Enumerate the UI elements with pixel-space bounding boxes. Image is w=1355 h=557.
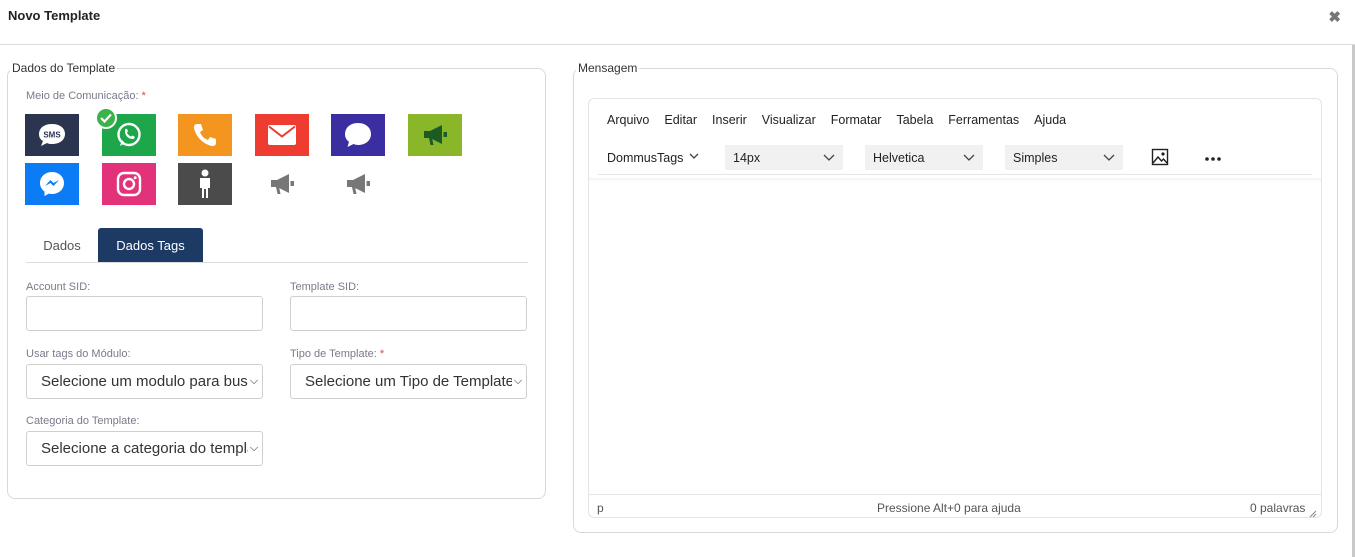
element-path[interactable]: p: [597, 501, 604, 515]
dommus-tags-dropdown[interactable]: DommusTags: [599, 145, 709, 170]
messenger-icon: [40, 172, 64, 196]
editor-menubar: Arquivo Editar Inserir Visualizar Format…: [607, 113, 1081, 127]
font-family-label: Helvetica: [873, 150, 925, 165]
channel-campaign-button[interactable]: [408, 114, 462, 156]
menu-visualizar[interactable]: Visualizar: [762, 113, 816, 127]
whatsapp-icon: [117, 122, 141, 147]
template-sid-input[interactable]: [290, 296, 527, 331]
template-type-label-text: Tipo de Template:: [290, 348, 377, 360]
template-data-legend: Dados do Template: [12, 61, 116, 75]
sms-icon: SMS: [39, 124, 65, 146]
megaphone-icon: [271, 174, 294, 194]
megaphone-icon: [424, 125, 447, 145]
dommus-tags-label: DommusTags: [607, 150, 684, 165]
toolbar-shadow: [589, 178, 1321, 182]
channel-person-button[interactable]: [178, 163, 232, 205]
close-button[interactable]: ✖: [1328, 10, 1341, 26]
sms-icon-text: SMS: [43, 131, 61, 140]
chevron-down-icon: [1103, 154, 1115, 161]
chat-bubble-icon: [345, 123, 371, 147]
phone-icon: [193, 124, 216, 147]
megaphone-icon: [347, 174, 370, 194]
menu-ajuda[interactable]: Ajuda: [1034, 113, 1066, 127]
close-icon[interactable]: ✖: [1328, 9, 1341, 26]
chevron-down-icon: ⌵: [513, 375, 523, 387]
menu-editar[interactable]: Editar: [664, 113, 697, 127]
chevron-down-icon: ⌵: [249, 375, 259, 387]
channel-sms-button[interactable]: SMS: [25, 114, 79, 156]
font-family-dropdown[interactable]: Helvetica: [865, 145, 983, 170]
modal-header: Novo Template ✖: [0, 0, 1355, 45]
selected-check-icon: [95, 107, 117, 129]
module-tags-label: Usar tags do Módulo:: [26, 348, 131, 360]
block-format-dropdown[interactable]: Simples: [1005, 145, 1123, 170]
channels-label-text: Meio de Comunicação:: [26, 90, 139, 102]
channel-messenger-button[interactable]: [25, 163, 79, 205]
module-tags-select[interactable]: Selecione um modulo para buscar ⌵: [26, 364, 263, 399]
channel-megaphone-gray-2-button[interactable]: [331, 163, 385, 205]
modal-title: Novo Template: [8, 8, 101, 23]
channel-chat-button[interactable]: [331, 114, 385, 156]
resize-handle[interactable]: [1309, 505, 1317, 523]
toolbar-divider: [598, 174, 1312, 175]
account-sid-label: Account SID:: [26, 281, 91, 293]
block-format-label: Simples: [1013, 150, 1058, 165]
statusbar-divider: [589, 494, 1321, 495]
chevron-down-icon: [823, 154, 835, 161]
chevron-down-icon: [963, 154, 975, 161]
required-mark: *: [141, 90, 146, 102]
word-count[interactable]: 0 palavras: [1250, 501, 1305, 515]
menu-formatar[interactable]: Formatar: [831, 113, 882, 127]
channel-phone-button[interactable]: [178, 114, 232, 156]
account-sid-input[interactable]: [26, 296, 263, 331]
more-horizontal-icon: [1205, 157, 1221, 161]
instagram-icon: [116, 171, 142, 197]
template-category-select[interactable]: Selecione a categoria do template ⌵: [26, 431, 263, 466]
font-size-label: 14px: [733, 150, 761, 165]
menu-arquivo[interactable]: Arquivo: [607, 113, 649, 127]
template-type-label: Tipo de Template: *: [290, 348, 384, 360]
tabs-divider: [26, 262, 528, 263]
more-options-button[interactable]: [1204, 151, 1222, 169]
channel-instagram-button[interactable]: [102, 163, 156, 205]
message-legend: Mensagem: [578, 61, 638, 75]
channel-megaphone-gray-1-button[interactable]: [255, 163, 309, 205]
template-category-label: Categoria do Template:: [26, 415, 140, 427]
image-icon: [1151, 148, 1169, 166]
tab-dados-tags[interactable]: Dados Tags: [98, 228, 203, 262]
chevron-down-icon: ⌵: [249, 442, 259, 454]
template-type-select[interactable]: Selecione um Tipo de Template ⌵: [290, 364, 527, 399]
channels-label: Meio de Comunicação: *: [26, 90, 146, 102]
resize-handle-icon[interactable]: [1309, 510, 1317, 518]
chevron-down-icon: [689, 153, 699, 159]
person-icon: [200, 169, 210, 198]
template-sid-label: Template SID:: [290, 281, 360, 293]
font-size-dropdown[interactable]: 14px: [725, 145, 843, 170]
insert-image-button[interactable]: [1151, 148, 1169, 171]
help-hint: Pressione Alt+0 para ajuda: [877, 501, 1021, 515]
tab-dados[interactable]: Dados: [28, 228, 96, 262]
template-category-value: Selecione a categoria do template: [41, 440, 248, 457]
channel-email-button[interactable]: [255, 114, 309, 156]
template-type-value: Selecione um Tipo de Template: [305, 373, 512, 390]
email-icon: [268, 125, 296, 145]
required-mark: *: [379, 348, 385, 360]
module-tags-value: Selecione um modulo para buscar: [41, 373, 248, 390]
menu-ferramentas[interactable]: Ferramentas: [948, 113, 1019, 127]
menu-tabela[interactable]: Tabela: [896, 113, 933, 127]
menu-inserir[interactable]: Inserir: [712, 113, 747, 127]
